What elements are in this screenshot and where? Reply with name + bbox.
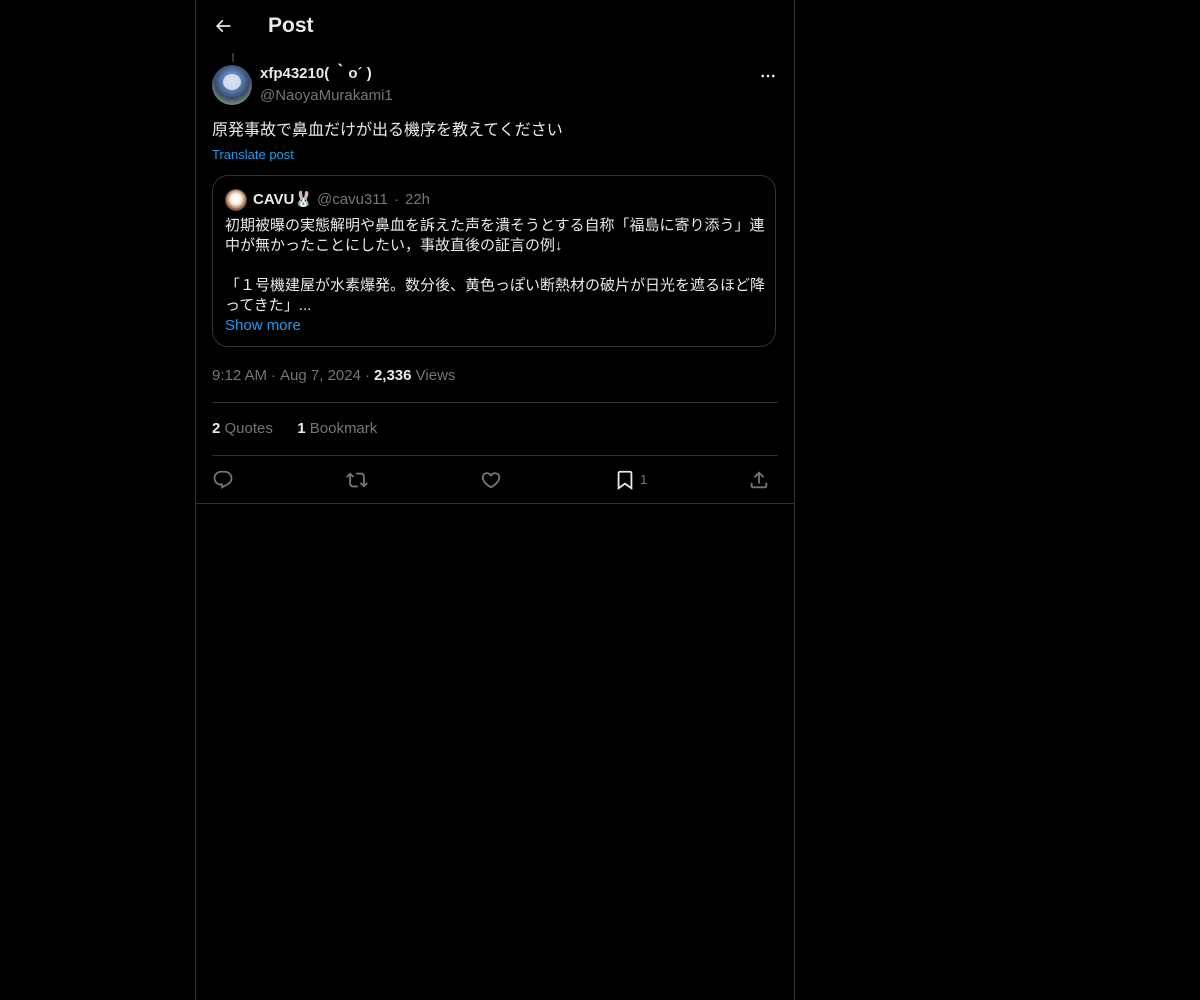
quote-text: 初期被曝の実態解明や鼻血を訴えた声を潰そうとする自称「福島に寄り添う」連 中が無… bbox=[225, 216, 767, 316]
post-stats: 2 Quotes 1 Bookmark bbox=[212, 419, 377, 439]
bookmark-count: 1 bbox=[640, 472, 648, 487]
translate-post-link[interactable]: Translate post bbox=[212, 146, 294, 164]
action-bar: 1 bbox=[212, 466, 778, 494]
more-dots-icon bbox=[761, 74, 775, 78]
reply-icon bbox=[213, 470, 233, 489]
quote-line: 中が無かったことにしたい，事故直後の証言の例↓ bbox=[225, 237, 563, 254]
quote-line: ってきた」... bbox=[225, 297, 312, 314]
bookmarks-label: Bookmark bbox=[309, 420, 378, 437]
back-button[interactable] bbox=[208, 11, 238, 41]
more-options-button[interactable] bbox=[754, 62, 782, 90]
repost-button[interactable] bbox=[346, 466, 368, 494]
author-display-name[interactable]: xfp43210( ｀o´ ) bbox=[260, 64, 372, 84]
quotes-count: 2 bbox=[212, 420, 221, 437]
bookmarks-count: 1 bbox=[297, 420, 306, 437]
quote-line: 「１号機建屋が水素爆発。数分後、黄色っぽい断熱材の破片が日光を遮るほど降 bbox=[225, 277, 766, 294]
header: Post bbox=[196, 0, 794, 53]
share-button[interactable] bbox=[748, 466, 770, 494]
views-label: Views bbox=[415, 367, 456, 384]
post-metadata: 9:12 AM · Aug 7, 2024 · 2,336 Views bbox=[212, 366, 455, 386]
rabbit-emoji-icon: 🐰 bbox=[294, 191, 314, 208]
divider bbox=[212, 455, 778, 456]
meta-separator: · bbox=[271, 367, 277, 384]
share-icon bbox=[750, 471, 768, 489]
bookmark-icon bbox=[617, 470, 633, 491]
page-title: Post bbox=[268, 14, 314, 37]
meta-separator: · bbox=[364, 367, 370, 384]
arrow-left-icon bbox=[215, 19, 231, 33]
reply-button[interactable] bbox=[212, 466, 234, 494]
like-button[interactable] bbox=[480, 466, 502, 494]
post-date[interactable]: Aug 7, 2024 bbox=[280, 367, 361, 384]
post-text: 原発事故で鼻血だけが出る機序を教えてください bbox=[212, 122, 563, 139]
quote-separator: · bbox=[394, 191, 399, 208]
quotes-stat[interactable]: 2 Quotes bbox=[212, 420, 273, 437]
views-count: 2,336 bbox=[373, 367, 412, 384]
quote-display-name: CAVU🐰 bbox=[253, 191, 314, 208]
heart-icon bbox=[481, 472, 501, 489]
author-handle[interactable]: @NaoyaMurakami1 bbox=[260, 86, 393, 106]
author-avatar[interactable] bbox=[212, 65, 252, 105]
quoted-post[interactable]: CAVU🐰 @cavu311 · 22h 初期被曝の実態解明や鼻血を訴えた声を潰… bbox=[212, 175, 776, 347]
thread-connector bbox=[232, 53, 234, 62]
divider bbox=[212, 402, 778, 403]
quote-handle: @cavu311 bbox=[317, 191, 388, 208]
quote-blank-line bbox=[225, 256, 767, 276]
quote-line: 初期被曝の実態解明や鼻血を訴えた声を潰そうとする自称「福島に寄り添う」連 bbox=[225, 217, 765, 234]
bookmark-button[interactable]: 1 bbox=[614, 466, 647, 494]
post-bottom-border bbox=[196, 503, 794, 504]
main-column: Post xfp43210( ｀o´ ) @NaoyaMurakami1 原発事… bbox=[195, 0, 795, 1000]
quotes-label: Quotes bbox=[224, 420, 273, 437]
quote-avatar bbox=[225, 189, 247, 211]
post-time[interactable]: 9:12 AM bbox=[212, 367, 267, 384]
bookmarks-stat[interactable]: 1 Bookmark bbox=[297, 420, 377, 437]
show-more-link[interactable]: Show more bbox=[225, 316, 301, 336]
quote-timestamp: 22h bbox=[405, 191, 431, 208]
repost-icon bbox=[346, 472, 368, 488]
